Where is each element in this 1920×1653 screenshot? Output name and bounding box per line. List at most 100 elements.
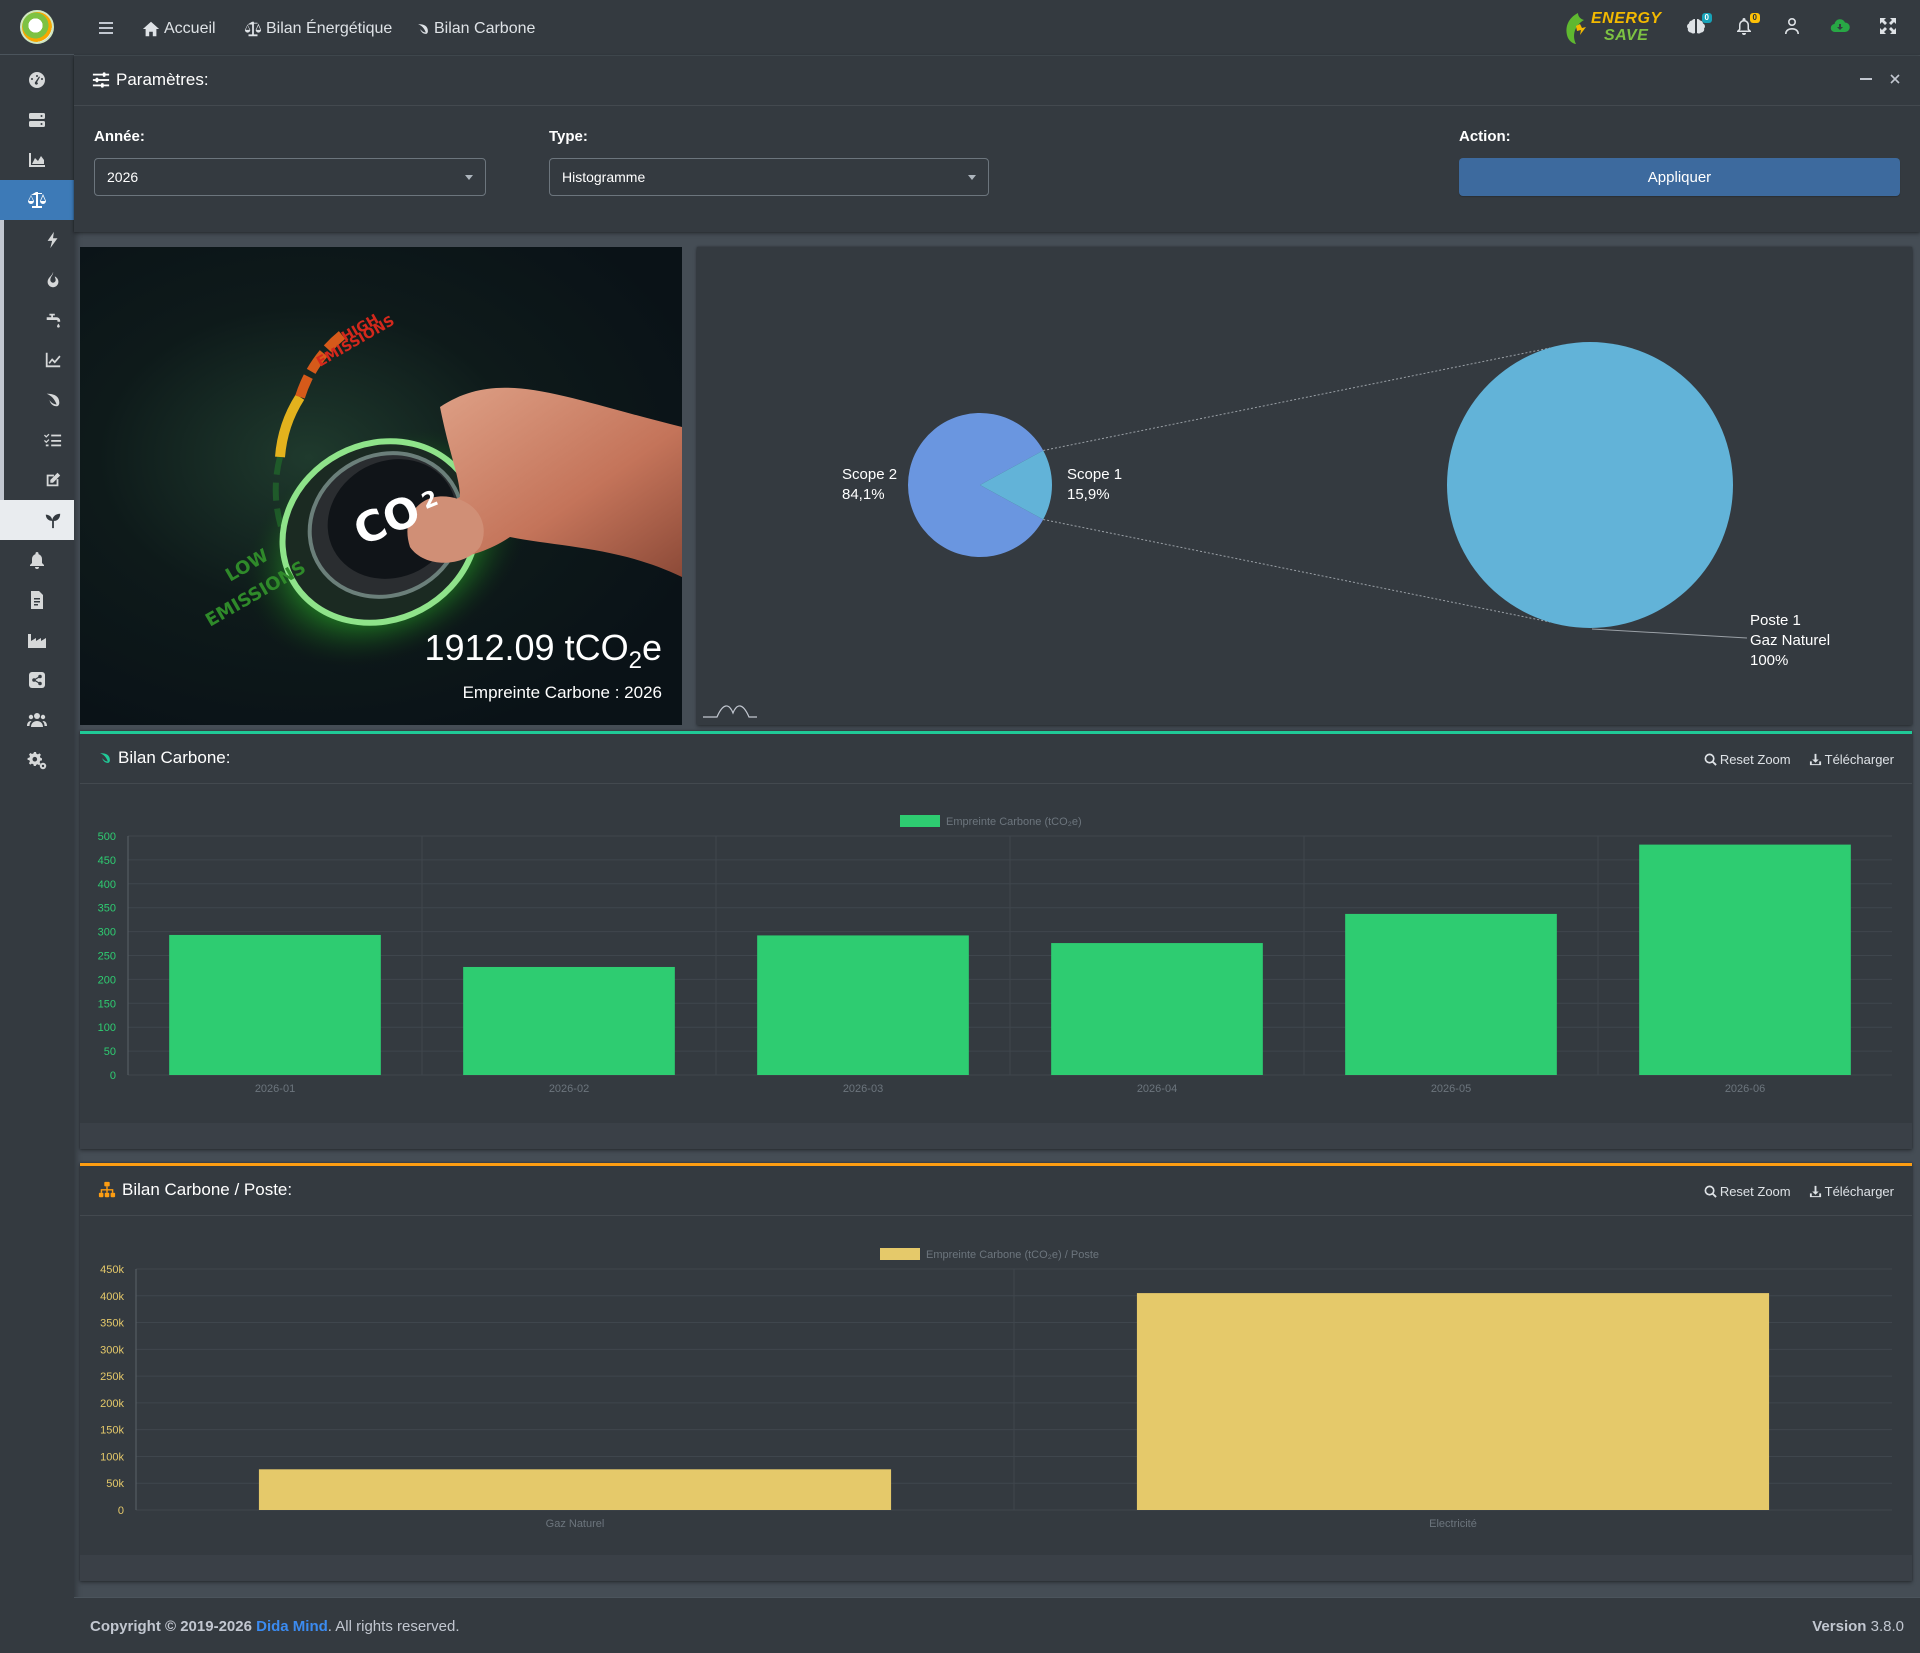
- sidebar-item-seedling[interactable]: [0, 500, 74, 540]
- y-tick-label: 450: [98, 855, 116, 867]
- footer-company-link[interactable]: Dida Mind: [256, 1618, 328, 1635]
- bilan-poste-card: Bilan Carbone / Poste: Reset Zoom Téléch…: [80, 1163, 1912, 1581]
- reset-zoom-button[interactable]: Reset Zoom: [1704, 752, 1791, 767]
- apply-button[interactable]: Appliquer: [1459, 158, 1900, 196]
- chart-legend-label[interactable]: Empreinte Carbone (tCO₂e): [946, 816, 1082, 828]
- close-card-button[interactable]: [1888, 72, 1902, 86]
- x-tick-label: 2026-06: [1725, 1083, 1765, 1095]
- total-value-unit-sub: 2: [628, 647, 642, 675]
- nav-link-home-label: Accueil: [164, 20, 216, 37]
- download-icon: [1809, 1185, 1821, 1198]
- cloud-sync-button[interactable]: [1830, 16, 1854, 40]
- sidebar-item-checklist[interactable]: [0, 420, 74, 460]
- sidebar-item-servers[interactable]: [0, 100, 74, 140]
- download-button[interactable]: Télécharger: [1809, 1184, 1894, 1199]
- bilan-carbone-bar-chart: 050100150200250300350400450500 2026-01 20…: [98, 815, 1892, 1095]
- year-select[interactable]: 2026: [94, 158, 486, 196]
- y-tick-label: 350: [98, 903, 116, 915]
- sidebar-item-settings[interactable]: [0, 740, 74, 780]
- alerts-button[interactable]: 0: [1734, 13, 1760, 40]
- menu-toggle-button[interactable]: [96, 17, 118, 39]
- y-tick-label: 150: [98, 998, 116, 1010]
- pie-drilldown-poste1[interactable]: [1447, 342, 1733, 628]
- sidebar-item-trends[interactable]: [0, 340, 74, 380]
- download-label: Télécharger: [1824, 752, 1894, 767]
- y-tick-label: 0: [118, 1505, 124, 1517]
- pie-label-scope2-pct: 84,1%: [842, 486, 885, 503]
- chart-bar[interactable]: [258, 1469, 892, 1510]
- chart-bar[interactable]: [1136, 1293, 1770, 1510]
- nav-link-energy[interactable]: Bilan Énergétique: [244, 18, 392, 40]
- y-tick-label: 350k: [100, 1318, 124, 1330]
- year-select-value: 2026: [107, 169, 139, 185]
- sidebar-item-gas[interactable]: [0, 260, 74, 300]
- year-label: Année:: [94, 128, 145, 145]
- fullscreen-button[interactable]: [1878, 16, 1902, 40]
- chart-bar[interactable]: [1345, 913, 1557, 1075]
- sidebar-item-dashboard[interactable]: [0, 60, 74, 100]
- sidebar-item-alerts[interactable]: [0, 540, 74, 580]
- sidebar-item-users[interactable]: [0, 700, 74, 740]
- sidebar-item-water[interactable]: [0, 300, 74, 340]
- leaf-icon: [418, 24, 428, 34]
- sidebar-item-electricity[interactable]: [0, 220, 74, 260]
- sidebar-item-carbon[interactable]: [0, 380, 74, 420]
- chart-footer-bar: [80, 1123, 1912, 1149]
- app-logo[interactable]: [20, 10, 54, 44]
- sitemap-icon: [98, 1181, 116, 1198]
- chart-x-axis: 2026-01 2026-02 2026-03 2026-04 2026-05 2026-…: [255, 1083, 1765, 1095]
- chart-y-axis: 0 50k 100k 150k 200k 250k 300k 350k 400k 450k: [100, 1264, 124, 1517]
- y-tick-label: 250: [98, 951, 116, 963]
- chart-bar[interactable]: [1051, 943, 1263, 1075]
- user-profile-button[interactable]: [1782, 16, 1806, 40]
- bilan-carbone-header: Bilan Carbone: Reset Zoom Télécharger: [80, 734, 1912, 784]
- chart-bar[interactable]: [169, 934, 381, 1075]
- nav-link-energy-label: Bilan Énergétique: [266, 20, 393, 37]
- chart-legend-swatch[interactable]: [880, 1248, 920, 1260]
- carbon-footprint-hero: HIGH EMISSIONS LOW EMISSIONS CO 2 1912.0…: [80, 247, 682, 725]
- bilan-carbone-card: Bilan Carbone: Reset Zoom Télécharger 0 5…: [80, 731, 1912, 1149]
- nav-link-carbon[interactable]: Bilan Carbone: [416, 18, 535, 40]
- collapse-card-button[interactable]: [1860, 78, 1872, 80]
- sidebar-item-invoices[interactable]: [0, 580, 74, 620]
- chart-x-axis: Gaz Naturel Electricité: [546, 1518, 1477, 1530]
- footer-version: Version 3.8.0: [1812, 1618, 1904, 1635]
- main-sidebar: [0, 0, 74, 1653]
- reset-zoom-label: Reset Zoom: [1719, 752, 1791, 767]
- sidebar-item-balance[interactable]: [0, 180, 74, 220]
- hero-caption: Empreinte Carbone : 2026: [462, 683, 662, 702]
- dashboard-icon: [29, 72, 45, 88]
- chart-bar[interactable]: [463, 966, 675, 1075]
- bell-icon: [30, 552, 44, 569]
- reset-zoom-button[interactable]: Reset Zoom: [1704, 1184, 1791, 1199]
- bilan-poste-header: Bilan Carbone / Poste: Reset Zoom Téléch…: [80, 1166, 1912, 1216]
- chart-bar[interactable]: [1639, 844, 1851, 1075]
- chart-legend-label[interactable]: Empreinte Carbone (tCO₂e) / Poste: [926, 1249, 1099, 1261]
- reset-zoom-label: Reset Zoom: [1719, 1184, 1791, 1199]
- download-button[interactable]: Télécharger: [1809, 752, 1894, 767]
- parameters-card: Paramètres: Année: 2026 Type: Histogramm…: [74, 56, 1920, 232]
- bilan-poste-bar-chart: 0 50k 100k 150k 200k 250k 300k 350k 400k 450k Gaz…: [100, 1248, 1892, 1530]
- nav-link-carbon-label: Bilan Carbone: [434, 20, 536, 37]
- chart-y-axis: 0 50 100 150 200 250 300 350 400 450 500: [98, 831, 116, 1082]
- parameters-title: Paramètres:: [92, 70, 209, 90]
- close-icon: [1890, 74, 1900, 84]
- brain-notifications-button[interactable]: 0: [1686, 13, 1712, 40]
- sidebar-item-statistics[interactable]: [0, 140, 74, 180]
- sidebar-item-share[interactable]: [0, 660, 74, 700]
- brand-line2: SAVE: [1604, 27, 1649, 44]
- chart-footer-bar: [80, 1555, 1912, 1581]
- y-tick-label: 100k: [100, 1451, 124, 1463]
- sidebar-item-sites[interactable]: [0, 620, 74, 660]
- chart-grid: [127, 835, 1892, 1076]
- sidebar-item-edit[interactable]: [0, 460, 74, 500]
- chart-legend-swatch[interactable]: [900, 815, 940, 827]
- type-select[interactable]: Histogramme: [549, 158, 989, 196]
- bilan-poste-title-text: Bilan Carbone / Poste:: [122, 1180, 293, 1199]
- chevron-down-icon: [968, 175, 976, 180]
- chart-logo-icon: [703, 705, 757, 718]
- chart-bar[interactable]: [757, 935, 969, 1075]
- nav-link-home[interactable]: Accueil: [142, 18, 216, 40]
- x-tick-label: Electricité: [1429, 1518, 1477, 1530]
- energy-save-brand[interactable]: ENERGY SAVE: [1564, 8, 1666, 48]
